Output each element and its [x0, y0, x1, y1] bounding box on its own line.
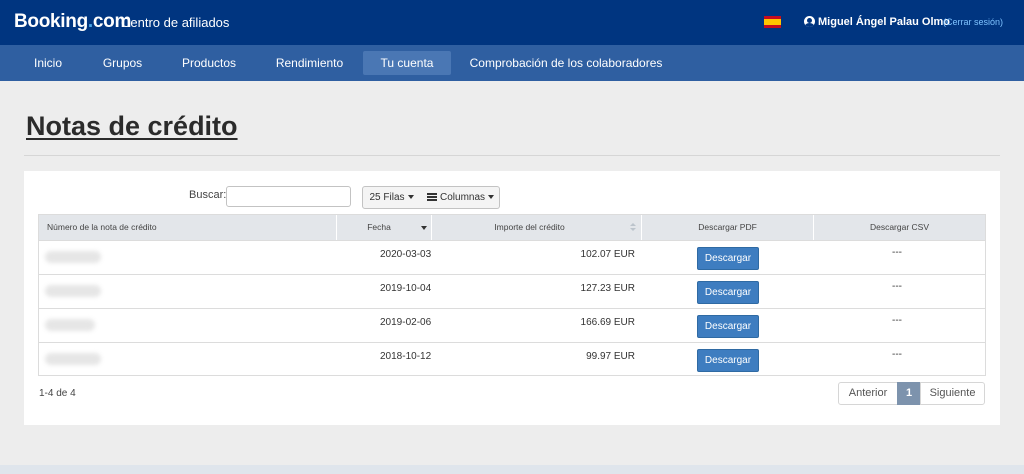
row-amount: 102.07 EUR — [580, 249, 635, 260]
title-divider — [24, 155, 1000, 156]
row-date: 2020-03-03 — [380, 249, 432, 260]
sort-descending-icon — [421, 226, 427, 230]
previous-page-button[interactable]: Anterior — [838, 382, 898, 405]
nav-item-rendimiento[interactable]: Rendimiento — [267, 51, 352, 75]
columns-button[interactable]: Columnas — [420, 186, 500, 209]
logout-link[interactable]: (Cerrar sesión) — [943, 17, 1003, 27]
column-header-csv: Descargar CSV — [869, 222, 930, 232]
column-header-number[interactable]: Número de la nota de crédito — [39, 215, 337, 240]
rows-per-page-button[interactable]: 25 Filas — [362, 186, 421, 209]
footer-strip — [0, 465, 1024, 474]
redacted-number — [45, 319, 95, 331]
main-nav: Inicio Grupos Productos Rendimiento Tu c… — [0, 45, 1024, 81]
download-pdf-button[interactable]: Descargar — [697, 281, 759, 304]
spain-flag-icon[interactable] — [764, 16, 781, 28]
caret-down-icon — [488, 195, 495, 200]
caret-down-icon — [407, 195, 414, 200]
column-header-amount[interactable]: Importe del crédito — [432, 215, 642, 240]
pagination-info: 1-4 de 4 — [39, 388, 76, 399]
next-page-button[interactable]: Siguiente — [920, 382, 985, 405]
nav-item-tu-cuenta[interactable]: Tu cuenta — [363, 51, 451, 75]
top-header: Booking.com Centro de afiliados Miguel Á… — [0, 0, 1024, 45]
nav-item-inicio[interactable]: Inicio — [26, 51, 70, 75]
column-header-date[interactable]: Fecha — [337, 215, 432, 240]
booking-logo[interactable]: Booking.com — [14, 11, 131, 33]
page-1-button[interactable]: 1 — [897, 382, 921, 405]
row-csv: --- — [892, 247, 902, 258]
nav-item-comprobacion[interactable]: Comprobación de los colaboradores — [466, 51, 666, 75]
redacted-number — [45, 251, 101, 263]
table-row: 2020-03-03 102.07 EUR Descargar --- — [39, 240, 985, 274]
table-header: Número de la nota de crédito Fecha Impor… — [39, 215, 985, 240]
row-amount: 166.69 EUR — [580, 317, 635, 328]
table-row: 2018-10-12 99.97 EUR Descargar --- — [39, 342, 985, 376]
table-row: 2019-02-06 166.69 EUR Descargar --- — [39, 308, 985, 342]
portal-name: Centro de afiliados — [121, 15, 230, 30]
list-icon — [427, 193, 437, 201]
credit-notes-table: Número de la nota de crédito Fecha Impor… — [38, 214, 986, 376]
download-pdf-button[interactable]: Descargar — [697, 315, 759, 338]
row-date: 2019-10-04 — [380, 283, 432, 294]
column-header-pdf: Descargar PDF — [642, 215, 814, 240]
page-title: Notas de crédito — [26, 111, 238, 141]
redacted-number — [45, 285, 101, 297]
sort-icon — [630, 223, 636, 232]
row-amount: 99.97 EUR — [586, 351, 635, 362]
user-circle-icon — [804, 16, 815, 27]
nav-item-grupos[interactable]: Grupos — [95, 51, 150, 75]
row-date: 2018-10-12 — [380, 351, 432, 362]
table-row: 2019-10-04 127.23 EUR Descargar --- — [39, 274, 985, 308]
user-name: Miguel Ángel Palau Olmo — [818, 16, 951, 28]
search-label: Buscar: — [189, 189, 227, 201]
row-date: 2019-02-06 — [380, 317, 432, 328]
download-pdf-button[interactable]: Descargar — [697, 247, 759, 270]
row-amount: 127.23 EUR — [580, 283, 635, 294]
row-csv: --- — [892, 315, 902, 326]
search-input[interactable] — [226, 186, 351, 207]
row-csv: --- — [892, 281, 902, 292]
nav-item-productos[interactable]: Productos — [174, 51, 244, 75]
download-pdf-button[interactable]: Descargar — [697, 349, 759, 372]
row-csv: --- — [892, 349, 902, 360]
redacted-number — [45, 353, 101, 365]
